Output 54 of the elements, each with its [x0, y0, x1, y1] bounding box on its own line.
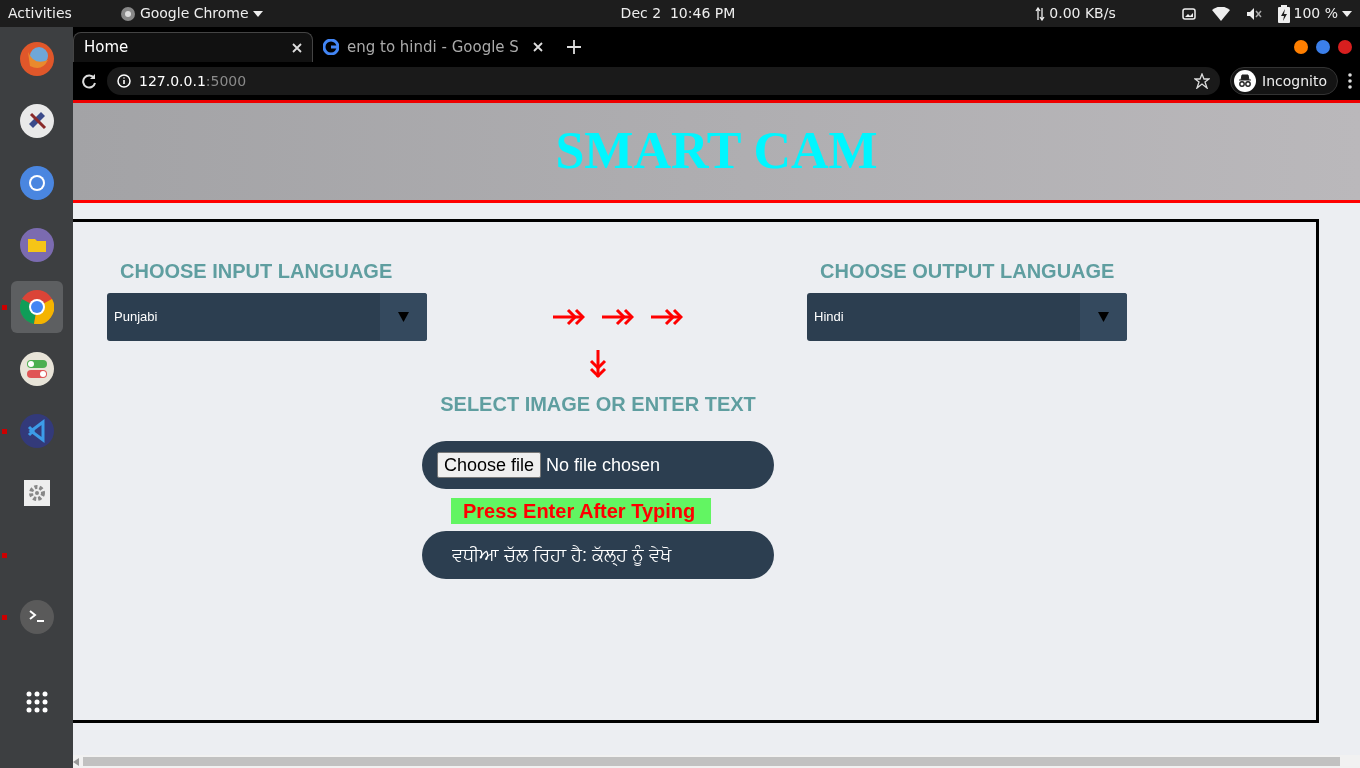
- browser-icon[interactable]: [19, 166, 54, 200]
- profile-label: Incognito: [1262, 71, 1327, 91]
- maximize-button[interactable]: [1316, 40, 1330, 54]
- terminal-icon[interactable]: [19, 600, 54, 634]
- caret-icon[interactable]: [1342, 10, 1352, 17]
- section-label: CHOOSE INPUT LANGUAGE: [119, 259, 394, 284]
- network-speed: 0.00 KB/s: [1049, 4, 1116, 23]
- battery-level: 100 %: [1293, 4, 1338, 23]
- incognito-icon: [1234, 70, 1257, 92]
- page-title: SMART CAM: [555, 121, 878, 182]
- scrollbar-thumb[interactable]: [83, 757, 1340, 766]
- section-label: CHOOSE OUTPUT LANGUAGE: [819, 259, 1116, 284]
- clock[interactable]: Dec 2 10:46 PM: [620, 3, 736, 24]
- reload-icon[interactable]: [81, 73, 97, 89]
- browser-icon[interactable]: [19, 290, 54, 324]
- choose-file-button[interactable]: Choose file: [437, 452, 542, 478]
- caret-icon: [398, 312, 409, 322]
- minimize-button[interactable]: [1294, 40, 1308, 54]
- browser-tab[interactable]: Home: [73, 32, 313, 62]
- close-icon[interactable]: [292, 42, 302, 53]
- browser-tab[interactable]: eng to hindi - Google S: [313, 32, 553, 62]
- app-grid-icon[interactable]: [25, 691, 48, 713]
- file-field[interactable]: Choose file No file chosen: [422, 441, 774, 489]
- caret-icon: [1098, 312, 1109, 322]
- screen-icon[interactable]: [1181, 7, 1196, 20]
- star-icon[interactable]: [1194, 73, 1211, 89]
- section-label: SELECT IMAGE OR ENTER TEXT: [440, 392, 756, 417]
- battery-icon[interactable]: [1277, 4, 1290, 23]
- app-menu[interactable]: Google Chrome: [139, 3, 249, 24]
- g-logo-icon: [323, 39, 339, 55]
- file-status: No file chosen: [546, 453, 661, 477]
- close-button[interactable]: [1338, 40, 1352, 54]
- wifi-icon[interactable]: [1211, 6, 1230, 21]
- folder-icon[interactable]: [19, 228, 54, 262]
- new-tab-icon[interactable]: [567, 40, 581, 54]
- activities-button[interactable]: Activities: [8, 3, 72, 24]
- mute-icon[interactable]: [1245, 6, 1262, 21]
- language-select[interactable]: Punjabi: [107, 293, 427, 341]
- transfer-icon: [1035, 6, 1046, 21]
- address-bar[interactable]: 127.0.0.1:5000: [107, 67, 1221, 95]
- double-arrow-icon: [600, 308, 634, 326]
- double-arrow-icon: [649, 308, 683, 326]
- caret-icon: [252, 10, 263, 17]
- menu-icon[interactable]: [1348, 73, 1352, 89]
- app-icon: [119, 5, 136, 22]
- url-text: 127.0.0.1:5000: [139, 71, 247, 91]
- code-editor-icon[interactable]: [19, 414, 54, 448]
- hint-banner: Press Enter After Typing: [451, 498, 711, 524]
- double-arrow-icon: [551, 308, 585, 326]
- toggle-icon[interactable]: [19, 352, 54, 386]
- close-icon[interactable]: [533, 42, 543, 52]
- down-arrow-icon: [589, 349, 607, 379]
- info-icon: [117, 74, 131, 88]
- language-select[interactable]: Hindi: [807, 293, 1127, 341]
